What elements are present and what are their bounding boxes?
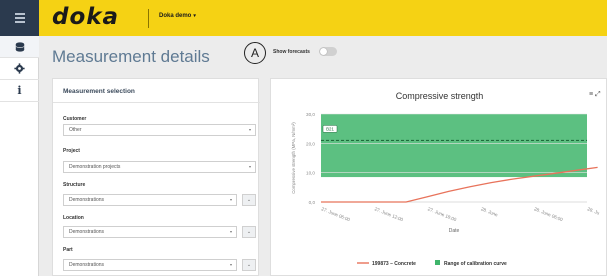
legend-label-concrete: 199873 – Concrete xyxy=(372,261,416,267)
settings-icon xyxy=(14,63,25,74)
sidebar-item-info[interactable]: i xyxy=(0,80,39,102)
x-tick-label: 28. June xyxy=(480,206,499,217)
customer-value: Other xyxy=(69,127,82,133)
sidebar-item-settings[interactable] xyxy=(0,58,39,80)
chevron-down-icon: ⌄ xyxy=(246,262,252,268)
structure-label: Structure xyxy=(63,182,86,188)
y-tick-label: 10,0 xyxy=(306,171,315,176)
chart-panel: Compressive strength ≡ ⤢ 0,0 10,0 20,0 30,0… xyxy=(270,78,607,276)
show-forecasts-label: Show forecasts xyxy=(273,49,310,55)
workspace-switcher[interactable]: Doka demo ▾ xyxy=(159,13,196,19)
structure-select[interactable]: Demonstrations ▾ xyxy=(63,194,237,206)
project-value: Demonstration projects xyxy=(69,164,121,170)
legend-label-calibration: Range of calibration curve xyxy=(444,261,507,267)
x-tick-label: 28. Ju xyxy=(587,206,601,215)
x-tick-label: 27. June 18:00 xyxy=(427,206,457,222)
panel-divider xyxy=(53,102,260,103)
target-label: B21 xyxy=(326,127,334,132)
chevron-down-icon: ⌄ xyxy=(246,197,252,203)
chevron-down-icon: ▾ xyxy=(248,127,251,132)
location-label: Location xyxy=(63,215,84,221)
part-expand-button[interactable]: ⌄ xyxy=(242,259,256,271)
y-tick-label: 30,0 xyxy=(306,112,315,117)
x-tick-label: 28. June 06:00 xyxy=(533,206,563,222)
y-tick-label: 20,0 xyxy=(306,141,315,146)
y-tick-label: 0,0 xyxy=(309,200,316,205)
chevron-down-icon: ▾ xyxy=(229,229,232,234)
top-bar: doka Doka demo ▾ xyxy=(0,0,607,36)
part-select[interactable]: Demonstrations ▾ xyxy=(63,259,237,271)
workspace-name: Doka demo xyxy=(159,13,192,19)
measurement-selection-panel: Measurement selection Customer Other ▾ P… xyxy=(52,78,260,276)
customer-label: Customer xyxy=(63,116,87,122)
header-divider xyxy=(148,9,149,28)
calibration-range-band xyxy=(321,114,587,178)
y-axis-title: Compressive strength (MPa, N/mm²) xyxy=(291,122,296,194)
database-icon xyxy=(15,41,24,52)
part-value: Demonstrations xyxy=(69,262,105,268)
chevron-down-icon: ▾ xyxy=(248,164,251,169)
chevron-down-icon: ▾ xyxy=(229,262,232,267)
chevron-down-icon: ▾ xyxy=(229,197,232,202)
project-label: Project xyxy=(63,148,80,154)
structure-value: Demonstrations xyxy=(69,197,105,203)
location-expand-button[interactable]: ⌄ xyxy=(242,226,256,238)
legend-swatch-calibration xyxy=(435,260,440,265)
sidebar-item-measurements[interactable] xyxy=(0,36,39,58)
location-value: Demonstrations xyxy=(69,229,105,235)
project-select[interactable]: Demonstration projects ▾ xyxy=(63,161,256,173)
compressive-strength-chart: 0,0 10,0 20,0 30,0 B21 27. June 06:00 27. June… xyxy=(291,112,601,267)
part-label: Part xyxy=(63,247,73,253)
chevron-down-icon: ▾ xyxy=(193,13,196,19)
x-tick-label: 27. June 06:00 xyxy=(321,206,351,222)
panel-title: Measurement selection xyxy=(63,88,135,95)
sidebar: i xyxy=(0,36,39,276)
location-select[interactable]: Demonstrations ▾ xyxy=(63,226,237,238)
page-title: Measurement details xyxy=(52,47,210,66)
doka-logo: doka xyxy=(52,4,120,30)
info-icon: i xyxy=(17,84,22,97)
menu-button[interactable] xyxy=(0,0,39,36)
annotation-marker: A xyxy=(244,42,266,64)
show-forecasts-toggle[interactable] xyxy=(319,47,337,56)
structure-expand-button[interactable]: ⌄ xyxy=(242,194,256,206)
x-axis-title: Date xyxy=(449,228,460,234)
customer-select[interactable]: Other ▾ xyxy=(63,124,256,136)
chevron-down-icon: ⌄ xyxy=(246,229,252,235)
x-tick-label: 27. June 12:00 xyxy=(374,206,404,222)
